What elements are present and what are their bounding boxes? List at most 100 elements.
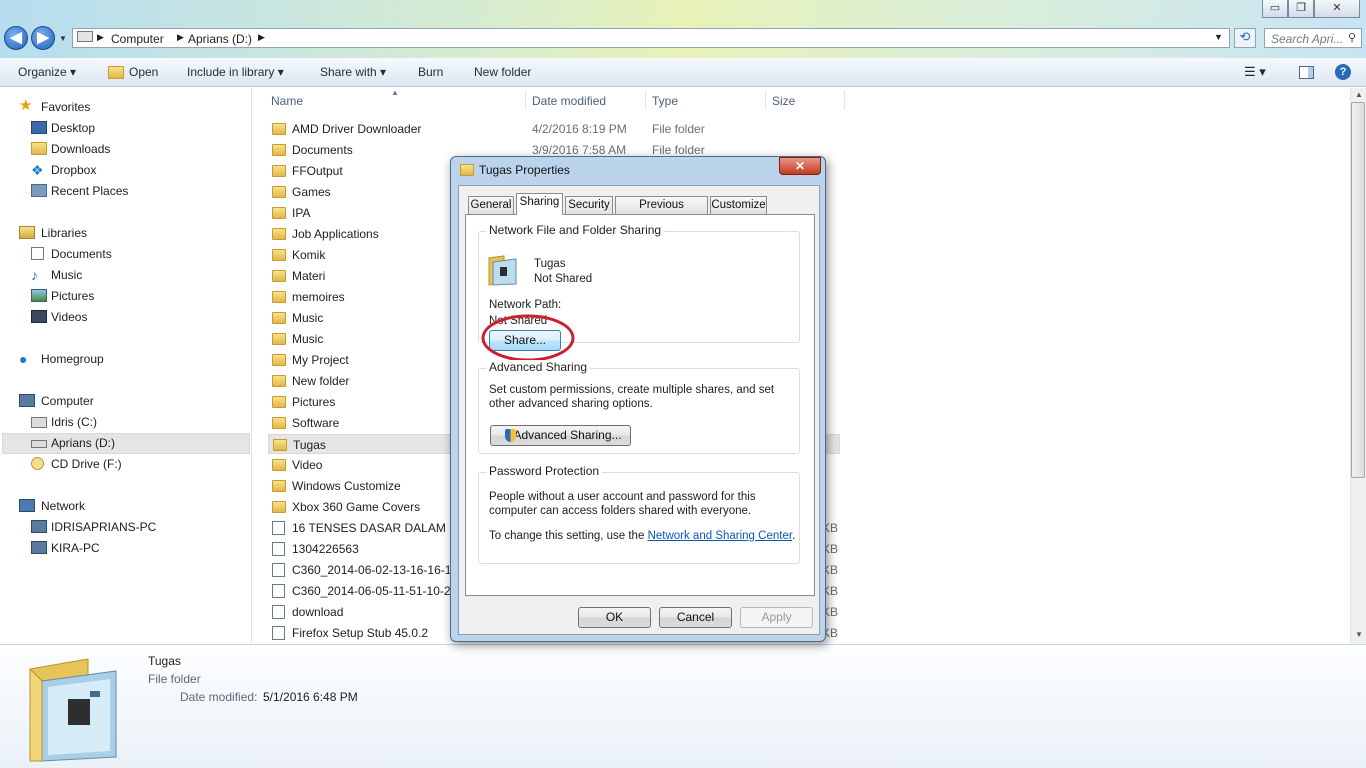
sidebar-label: Desktop xyxy=(51,121,96,135)
folder-icon xyxy=(272,186,286,198)
sidebar-item-drive-d[interactable]: Aprians (D:) xyxy=(31,433,116,453)
folder-icon xyxy=(272,396,286,408)
preview-pane-icon[interactable] xyxy=(1299,66,1314,79)
sidebar-item-videos[interactable]: Videos xyxy=(31,307,87,327)
dialog-body: General Sharing Security Previous Versio… xyxy=(458,185,820,635)
breadcrumb-drive[interactable]: Aprians (D:) xyxy=(188,32,252,46)
file-name: Music xyxy=(292,332,324,346)
organize-button[interactable]: Organize ▾ xyxy=(18,65,76,79)
dialog-close-button[interactable]: ✕ xyxy=(779,157,821,175)
address-dropdown-icon[interactable]: ▼ xyxy=(1214,32,1223,42)
file-icon xyxy=(272,605,285,619)
new-folder-button[interactable]: New folder xyxy=(474,65,531,79)
dialog-title: Tugas Properties xyxy=(479,163,570,177)
sidebar-item-computer[interactable]: Computer xyxy=(19,391,94,411)
file-name: memoires xyxy=(292,290,345,304)
search-icon: ⚲ xyxy=(1348,32,1357,44)
file-name: IPA xyxy=(292,206,311,220)
file-name: Music xyxy=(292,311,324,325)
column-size[interactable]: Size xyxy=(772,94,795,108)
details-type: File folder xyxy=(148,672,201,686)
column-separator[interactable] xyxy=(844,90,845,110)
folder-icon xyxy=(272,333,286,345)
ok-button[interactable]: OK xyxy=(578,607,651,628)
forward-icon[interactable]: ▶ xyxy=(31,26,55,50)
folder-icon xyxy=(272,207,286,219)
properties-dialog: Tugas Properties ✕ General Sharing Secur… xyxy=(450,156,826,642)
open-folder-icon xyxy=(108,66,124,79)
column-type[interactable]: Type xyxy=(652,94,678,108)
sharing-panel: Network File and Folder Sharing Tugas No… xyxy=(465,214,815,596)
tab-general[interactable]: General xyxy=(468,196,514,214)
sidebar-item-pictures[interactable]: Pictures xyxy=(31,286,94,306)
group-label: Network File and Folder Sharing xyxy=(486,223,665,237)
desktop-icon xyxy=(31,121,47,134)
folder-icon xyxy=(272,312,286,324)
tab-security[interactable]: Security xyxy=(565,196,613,214)
open-button[interactable]: Open xyxy=(129,65,158,79)
file-row[interactable]: AMD Driver Downloader 4/2/2016 8:19 PM Fil… xyxy=(268,119,840,139)
recent-pages-icon[interactable]: ▼ xyxy=(59,34,67,43)
folder-icon xyxy=(272,270,286,282)
tab-customize[interactable]: Customize xyxy=(710,196,767,214)
help-icon[interactable]: ? xyxy=(1335,64,1351,80)
advanced-sharing-button[interactable]: Advanced Sharing... xyxy=(490,425,631,446)
column-separator[interactable] xyxy=(645,90,646,110)
tab-previous-versions[interactable]: Previous Versions xyxy=(615,196,708,227)
folder-icon xyxy=(272,480,286,492)
back-icon[interactable]: ◀ xyxy=(4,26,28,50)
breadcrumb-chevron-icon: ▶ xyxy=(258,32,265,42)
folder-icon xyxy=(272,249,286,261)
column-separator[interactable] xyxy=(525,90,526,110)
sidebar-item-music[interactable]: ♪ Music xyxy=(31,265,82,285)
column-date-modified[interactable]: Date modified xyxy=(532,94,606,108)
address-bar[interactable]: ▶ Computer ▶ Aprians (D:) ▶ ▼ xyxy=(72,28,1230,48)
breadcrumb-computer[interactable]: Computer xyxy=(111,32,164,46)
sidebar-item-homegroup[interactable]: ● Homegroup xyxy=(19,349,104,369)
scroll-up-icon[interactable]: ▲ xyxy=(1355,90,1363,99)
sidebar-item-libraries[interactable]: Libraries xyxy=(19,223,87,243)
column-separator[interactable] xyxy=(765,90,766,110)
file-name: C360_2014-06-02-13-16-16-11 xyxy=(292,563,458,577)
refresh-icon[interactable]: ⟲ xyxy=(1234,28,1256,48)
change-view-icon[interactable]: ☰ ▾ xyxy=(1244,64,1266,80)
sidebar-item-pc-idris[interactable]: IDRISAPRIANS-PC xyxy=(31,517,156,537)
file-name: 16 TENSES DASAR DALAM BA xyxy=(292,521,466,535)
sidebar-item-downloads[interactable]: Downloads xyxy=(31,139,110,159)
include-in-library-button[interactable]: Include in library ▾ xyxy=(187,65,284,79)
burn-button[interactable]: Burn xyxy=(418,65,443,79)
tab-sharing[interactable]: Sharing xyxy=(516,193,563,215)
scroll-down-icon[interactable]: ▼ xyxy=(1355,630,1363,639)
file-name: AMD Driver Downloader xyxy=(292,122,422,136)
sidebar-item-favorites[interactable]: ★ Favorites xyxy=(19,97,90,117)
network-sharing-center-link[interactable]: Network and Sharing Center xyxy=(648,530,792,542)
file-name: Games xyxy=(292,185,331,199)
maximize-button[interactable]: ❐ xyxy=(1288,0,1314,18)
sidebar-item-dropbox[interactable]: ❖ Dropbox xyxy=(31,160,96,180)
details-date-value: 5/1/2016 6:48 PM xyxy=(263,690,358,704)
sidebar-item-pc-kira[interactable]: KIRA-PC xyxy=(31,538,100,558)
folder-icon xyxy=(272,144,286,156)
minimize-button[interactable]: ▭ xyxy=(1262,0,1288,18)
details-date-label: Date modified: xyxy=(180,690,258,704)
sidebar-label: Recent Places xyxy=(51,184,129,198)
scrollbar-thumb[interactable] xyxy=(1351,102,1365,478)
cancel-button[interactable]: Cancel xyxy=(659,607,732,628)
file-name: Documents xyxy=(292,143,353,157)
sidebar-item-recent-places[interactable]: Recent Places xyxy=(31,181,129,201)
folder-icon xyxy=(273,439,287,451)
column-name[interactable]: Name xyxy=(271,94,303,108)
sidebar-item-documents[interactable]: Documents xyxy=(31,244,112,264)
advanced-sharing-description: Set custom permissions, create multiple … xyxy=(489,384,775,410)
sidebar-label: Idris (C:) xyxy=(51,415,97,429)
folder-icon xyxy=(272,354,286,366)
sidebar-item-cd-drive[interactable]: CD Drive (F:) xyxy=(31,454,122,474)
computer-icon xyxy=(31,520,47,533)
sidebar-item-drive-c[interactable]: Idris (C:) xyxy=(31,412,97,432)
sidebar-item-network[interactable]: Network xyxy=(19,496,85,516)
sidebar-label: Aprians (D:) xyxy=(51,436,116,450)
sidebar-item-desktop[interactable]: Desktop xyxy=(31,118,96,138)
share-with-button[interactable]: Share with ▾ xyxy=(320,65,386,79)
close-window-button[interactable]: ✕ xyxy=(1314,0,1360,18)
apply-button[interactable]: Apply xyxy=(740,607,813,628)
